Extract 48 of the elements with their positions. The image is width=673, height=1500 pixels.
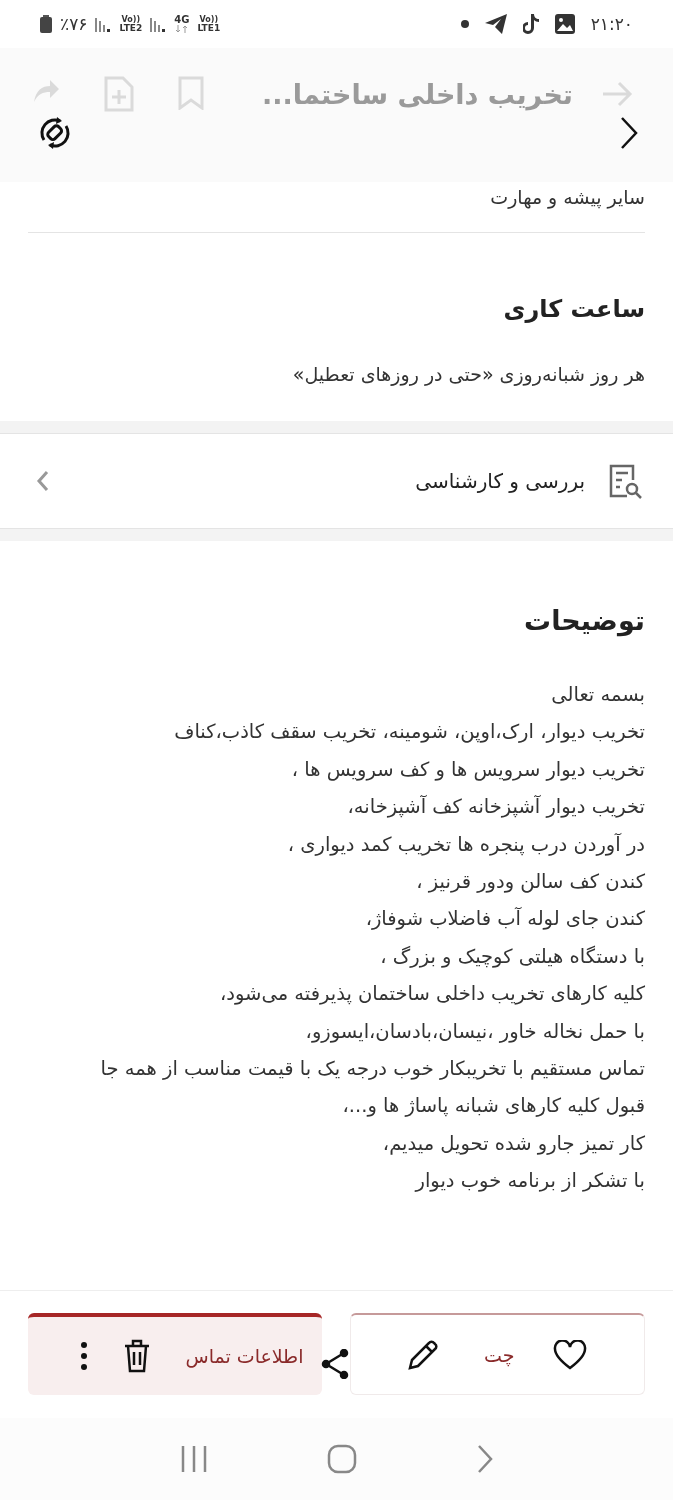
- data-arrows-icon: [174, 25, 189, 33]
- description-line: تماس مستقیم با تخریبکار خوب درجه یک با قیمت مناسب از همه جا: [99, 1056, 645, 1083]
- description-line: بسمه تعالی: [550, 682, 645, 708]
- description-line: قبول کلیه کارهای شبانه پاساژ ها و...،: [341, 1093, 645, 1120]
- volte-label: Vo)): [121, 15, 141, 24]
- working-hours-text: هر روز شبانه‌روزی «حتی در روزهای تعطیل»: [291, 363, 645, 385]
- link-row-label[interactable]: بررسی و کارشناسی: [50, 469, 585, 493]
- back-chevron-icon[interactable]: [619, 116, 639, 150]
- sim-label: LTE2: [119, 23, 143, 33]
- contact-button[interactable]: اطلاعات تماس: [28, 1313, 322, 1395]
- description-line: با دستگاه هیلتی کوچیک و بزرگ ،: [379, 943, 645, 970]
- section-title: ساعت کاری: [502, 295, 645, 323]
- page-title: تخریب داخلی ساختما...: [262, 78, 573, 110]
- rotate-icon[interactable]: [38, 116, 72, 150]
- share-icon[interactable]: [321, 1349, 349, 1379]
- pencil-icon[interactable]: [407, 1338, 440, 1371]
- chevron-left-icon[interactable]: [36, 470, 50, 492]
- trash-icon[interactable]: [122, 1339, 151, 1373]
- category-text: سایر پیشه و مهارت: [28, 182, 645, 233]
- more-icon[interactable]: [80, 1341, 88, 1371]
- battery-icon: [40, 15, 52, 33]
- description-line: کندن جای لوله آب فاضلاب شوفاژ،: [364, 906, 645, 933]
- back-icon[interactable]: [475, 1444, 494, 1474]
- recent-apps-icon[interactable]: [179, 1444, 208, 1474]
- signal-icon: [150, 16, 167, 32]
- description-line: با حمل نخاله خاور ،نیسان،بادسان،ایسوزو،: [304, 1018, 645, 1045]
- description-line: در آوردن درب پنجره ها تخریب کمد دیواری ،: [286, 831, 645, 858]
- dot-icon: [460, 20, 469, 28]
- description-line: تخریب دیوار، ارک،اوپن، شومینه، تخریب سقف کاذب،کناف: [173, 719, 645, 746]
- volte-label: Vo)): [199, 15, 219, 24]
- clock: ۲۱:۲۰: [590, 14, 633, 34]
- description-line: کلیه کارهای تخریب داخلی ساختمان پذیرفته می‌شود،: [219, 981, 645, 1008]
- home-icon[interactable]: [326, 1444, 357, 1474]
- chat-button[interactable]: چت: [349, 1313, 645, 1395]
- description-line: با تشکر از برنامه خوب دیوار: [413, 1168, 645, 1195]
- description-line: کار تمیز جارو شده تحویل میدیم،: [381, 1130, 645, 1157]
- section-title: توضیحات: [523, 605, 645, 636]
- heart-icon[interactable]: [553, 1339, 588, 1370]
- battery-level: ٪۷۶: [60, 14, 88, 34]
- music-note-icon: [522, 14, 539, 34]
- description-line: تخریب دیوار آشپزخانه کف آشپزخانه،: [346, 794, 645, 821]
- description-line: تخریب دیوار سرویس ها و کف سرویس ها ،: [290, 756, 645, 783]
- paper-plane-icon: [484, 14, 507, 34]
- network-label: 4G: [174, 15, 190, 25]
- description-line: کندن کف سالن ودور قرنیز ،: [415, 869, 645, 896]
- sim-label: LTE1: [197, 23, 221, 33]
- signal-icon: [95, 16, 112, 32]
- image-icon: [554, 14, 575, 34]
